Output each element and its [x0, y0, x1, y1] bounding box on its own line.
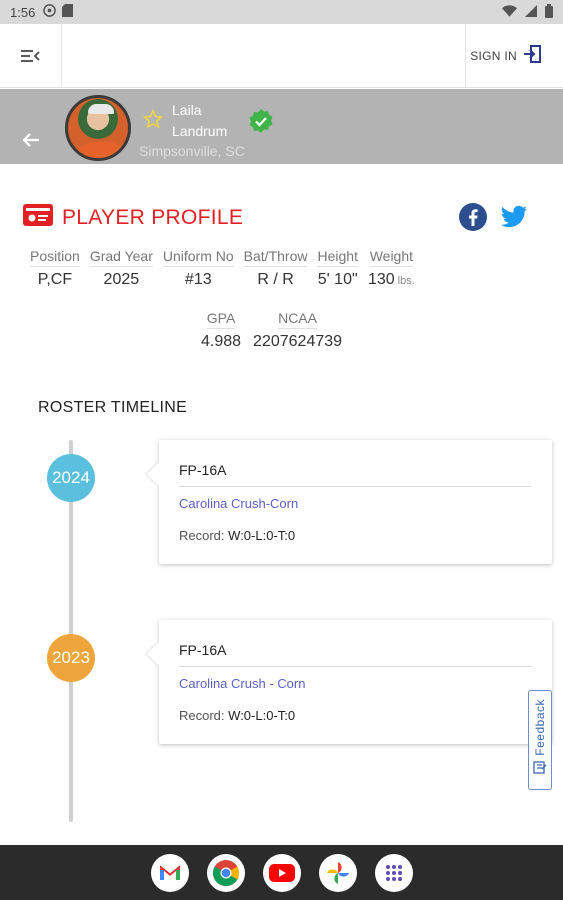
facebook-icon[interactable]: [459, 203, 487, 236]
gmail-icon[interactable]: [150, 853, 189, 892]
app-drawer-icon[interactable]: [374, 853, 413, 892]
stat-height: Height 5' 10": [317, 248, 358, 289]
photos-icon[interactable]: [318, 853, 357, 892]
stat-weight: Weight 130 lbs.: [368, 248, 415, 289]
year-badge: 2024: [47, 454, 95, 502]
stat-value: 130 lbs.: [368, 271, 415, 289]
youtube-icon[interactable]: [262, 853, 301, 892]
stats-row-secondary: GPA 4.988 NCAA 2207624739: [201, 310, 342, 351]
sign-in-icon: [523, 44, 543, 67]
back-arrow-icon[interactable]: [20, 129, 42, 151]
stat-label: Weight: [369, 248, 414, 267]
record-label: Record:: [179, 708, 225, 723]
app-bar-divider: [61, 24, 62, 88]
app-screen: 1:56 SIGN IN Laila Landrum Simpsonville,…: [0, 0, 563, 900]
sign-in-button[interactable]: SIGN IN: [470, 44, 543, 67]
sign-in-label: SIGN IN: [470, 48, 517, 63]
menu-toggle-icon[interactable]: [18, 44, 42, 68]
club-link[interactable]: Carolina Crush-Corn: [179, 496, 298, 511]
stat-label: Uniform No: [162, 248, 234, 267]
stats-row: Position P,CF Grad Year 2025 Uniform No …: [30, 248, 415, 289]
roster-card[interactable]: FP-16A Carolina Crush-Corn Record: W:0-L…: [159, 440, 552, 564]
profile-header: [0, 89, 563, 164]
player-name: Laila Landrum: [172, 100, 227, 142]
twitter-icon[interactable]: [499, 203, 529, 236]
status-indicators: [502, 3, 553, 21]
signal-icon: [525, 4, 537, 20]
status-time: 1:56: [10, 4, 36, 20]
stat-ncaa: NCAA 2207624739: [253, 310, 342, 351]
wifi-icon: [502, 4, 517, 20]
app-dock: [0, 845, 563, 900]
player-location: Simpsonville, SC: [139, 143, 245, 159]
stat-label: Height: [317, 248, 358, 267]
club-link[interactable]: Carolina Crush - Corn: [179, 676, 305, 691]
status-bar: 1:56: [0, 0, 563, 24]
card-divider: [179, 666, 532, 667]
stat-label: Bat/Throw: [243, 248, 308, 267]
app-bar-divider: [465, 24, 466, 88]
stat-label: NCAA: [278, 310, 317, 329]
team-name: FP-16A: [179, 462, 227, 478]
battery-icon: [545, 3, 553, 21]
stat-value: 2025: [103, 271, 140, 288]
player-last-name: Landrum: [172, 123, 228, 139]
stat-label: Grad Year: [89, 248, 153, 267]
chrome-icon[interactable]: [206, 853, 245, 892]
share-buttons: [459, 203, 529, 236]
id-card-icon: [22, 203, 54, 233]
stat-bat-throw: Bat/Throw R / R: [243, 248, 308, 289]
weight-value: 130: [367, 271, 395, 288]
card-divider: [179, 486, 532, 487]
feedback-icon: [533, 760, 547, 779]
player-profile-title: PLAYER PROFILE: [62, 206, 244, 229]
sync-icon: [43, 4, 57, 20]
stat-value: R / R: [257, 271, 294, 288]
stat-position: Position P,CF: [30, 248, 80, 289]
year-badge: 2023: [47, 634, 95, 682]
feedback-tab[interactable]: Feedback: [528, 690, 552, 790]
weight-unit: lbs.: [397, 275, 415, 287]
team-record: Record: W:0-L:0-T:0: [179, 708, 295, 723]
player-profile-heading: PLAYER PROFILE: [22, 203, 243, 233]
stat-label: GPA: [206, 310, 236, 329]
record-label: Record:: [179, 528, 225, 543]
player-first-name: Laila: [172, 102, 202, 118]
feedback-label: Feedback: [533, 699, 547, 756]
player-avatar: [65, 95, 131, 161]
roster-timeline-heading: ROSTER TIMELINE: [38, 399, 188, 416]
stat-value: 2207624739: [253, 333, 343, 350]
record-value: W:0-L:0-T:0: [228, 708, 296, 723]
stat-gpa: GPA 4.988: [201, 310, 241, 351]
stat-value: 4.988: [201, 333, 242, 350]
record-value: W:0-L:0-T:0: [228, 528, 296, 543]
stat-uniform-no: Uniform No #13: [162, 248, 234, 289]
stat-label: Position: [30, 248, 80, 267]
top-app-bar: SIGN IN: [0, 24, 563, 88]
stat-value: #13: [184, 271, 212, 288]
roster-card[interactable]: FP-16A Carolina Crush - Corn Record: W:0…: [159, 620, 552, 744]
team-name: FP-16A: [179, 642, 227, 658]
sd-card-icon: [62, 4, 74, 20]
stat-value: P,CF: [37, 271, 73, 288]
verified-badge-icon: [248, 108, 274, 139]
stat-grad-year: Grad Year 2025: [89, 248, 153, 289]
stat-value: 5' 10": [317, 271, 358, 288]
favorite-star-icon[interactable]: [142, 108, 164, 134]
team-record: Record: W:0-L:0-T:0: [179, 528, 295, 543]
